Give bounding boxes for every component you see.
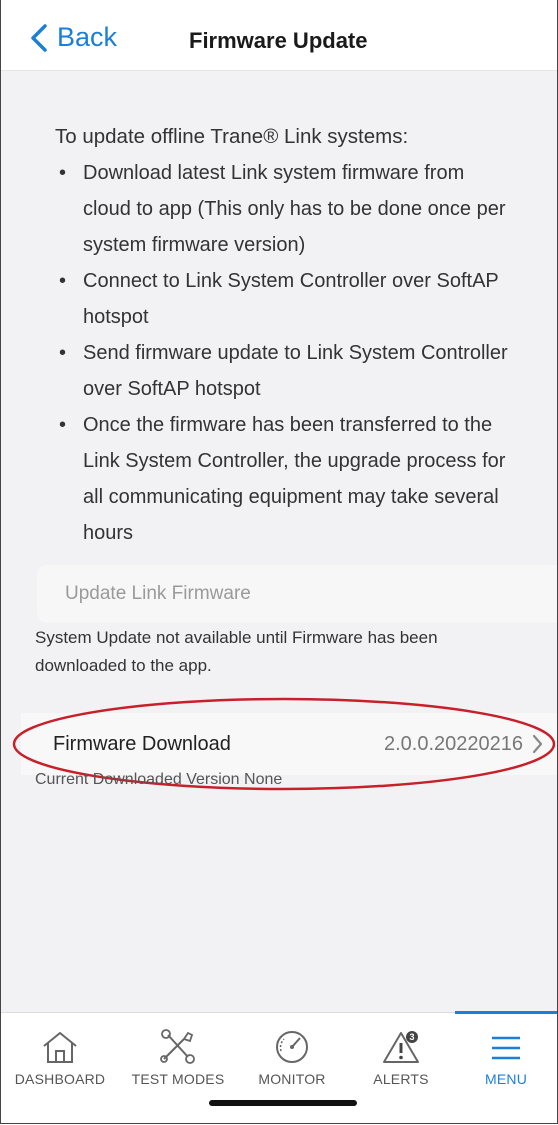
tab-label: DASHBOARD — [14, 1071, 106, 1087]
instructions-list: Download latest Link system firmware fro… — [55, 155, 515, 551]
house-icon — [43, 1032, 77, 1063]
gauge-icon — [276, 1031, 308, 1063]
tab-monitor[interactable]: MONITOR — [237, 1013, 347, 1093]
update-link-firmware-label: Update Link Firmware — [65, 583, 251, 604]
update-link-firmware-button[interactable]: Update Link Firmware — [37, 565, 557, 623]
instruction-item: Once the firmware has been transferred t… — [59, 407, 515, 551]
tab-test-modes[interactable]: TEST MODES — [121, 1013, 235, 1093]
alert-triangle-icon: 3 — [383, 1031, 419, 1063]
instruction-item: Send firmware update to Link System Cont… — [59, 335, 515, 407]
tab-label: ALERTS — [373, 1071, 429, 1087]
update-notice: System Update not available until Firmwa… — [35, 628, 438, 675]
tab-label: MONITOR — [258, 1071, 326, 1087]
tab-label: MENU — [484, 1071, 528, 1087]
navigation-bar: Back Firmware Update — [1, 0, 557, 71]
tools-icon — [160, 1029, 195, 1064]
back-label: Back — [57, 22, 118, 52]
instructions-heading: To update offline Trane® Link systems: — [55, 125, 409, 148]
app-screen: Back Firmware Update To update offline T… — [0, 0, 558, 1124]
alerts-badge-count: 3 — [409, 1032, 414, 1042]
main-content: To update offline Trane® Link systems: D… — [1, 71, 557, 1011]
chevron-right-icon — [532, 734, 543, 754]
tab-menu[interactable]: MENU — [455, 1013, 557, 1093]
tab-label: TEST MODES — [131, 1071, 225, 1087]
instruction-item: Connect to Link System Controller over S… — [59, 263, 515, 335]
instructions: To update offline Trane® Link systems: D… — [55, 119, 515, 551]
firmware-version: 2.0.0.20220216 — [383, 732, 523, 755]
tab-alerts[interactable]: 3 ALERTS — [347, 1013, 455, 1093]
firmware-download-label: Firmware Download — [53, 732, 231, 755]
home-indicator[interactable] — [209, 1100, 357, 1106]
tab-dashboard[interactable]: DASHBOARD — [1, 1013, 119, 1093]
firmware-download-row[interactable]: Firmware Download 2.0.0.20220216 — [21, 713, 557, 775]
page-title: Firmware Update — [189, 28, 368, 53]
hamburger-menu-icon — [492, 1036, 520, 1060]
back-button[interactable]: Back — [29, 22, 117, 53]
tab-bar: DASHBOARD TEST MODES MONITOR 3 ALERTS ME… — [1, 1011, 557, 1123]
chevron-left-icon — [31, 23, 47, 52]
current-downloaded-version: Current Downloaded Version None — [35, 771, 283, 788]
instruction-item: Download latest Link system firmware fro… — [59, 155, 515, 263]
